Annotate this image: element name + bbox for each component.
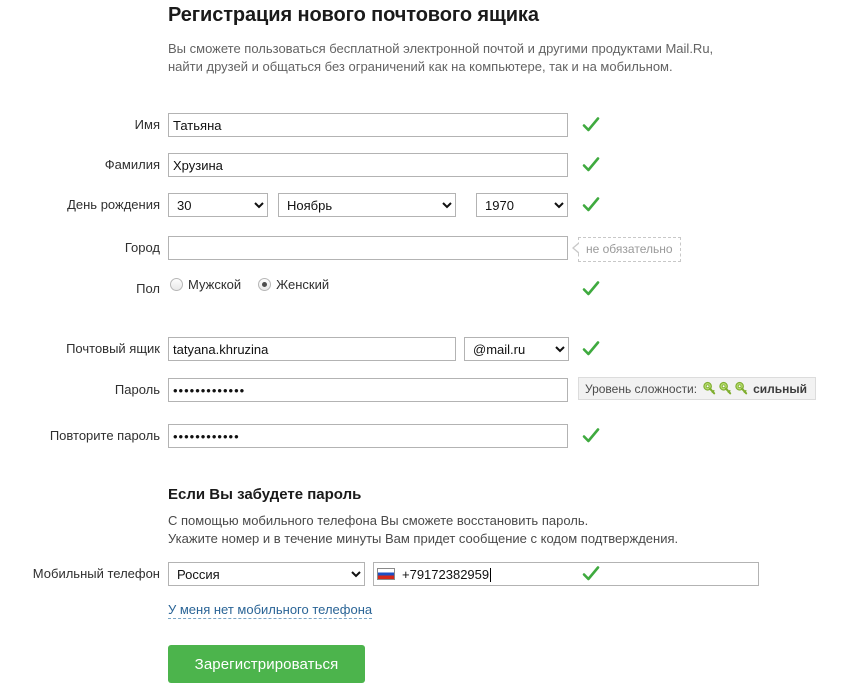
birthday-day-select[interactable]: 30 (168, 193, 268, 217)
password-repeat-valid-icon (581, 426, 601, 446)
password-label: Пароль (114, 382, 160, 397)
password-repeat-label: Повторите пароль (49, 428, 160, 443)
password-repeat-input[interactable] (168, 424, 568, 448)
forgot-password-text: С помощью мобильного телефона Вы сможете… (168, 512, 858, 548)
forgot-line-1: С помощью мобильного телефона Вы сможете… (168, 513, 589, 528)
gender-male-label[interactable]: Мужской (188, 277, 241, 292)
tooltip-arrow (572, 242, 580, 254)
row-last-name: Фамилия (0, 153, 863, 179)
birthday-label: День рождения (67, 197, 160, 212)
city-optional-text: не обязательно (586, 242, 673, 256)
russia-flag-icon (377, 568, 395, 580)
text-caret (490, 567, 492, 582)
city-label: Город (124, 240, 160, 255)
gender-male-radio[interactable] (170, 278, 183, 291)
last-name-valid-icon (581, 155, 601, 175)
birthday-valid-icon (581, 195, 601, 215)
row-mailbox: Почтовый ящик @mail.ru (0, 337, 863, 363)
intro-line-2: найти друзей и общаться без ограничений … (168, 59, 673, 74)
gender-label: Пол (136, 281, 160, 296)
gender-female-radio[interactable] (258, 278, 272, 291)
mailbox-valid-icon (581, 339, 601, 359)
register-submit-button[interactable]: Зарегистрироваться (168, 645, 365, 683)
registration-page: Регистрация нового почтового ящика Вы см… (0, 0, 863, 686)
row-city: Город не обязательно (0, 236, 863, 262)
row-first-name: Имя (0, 113, 863, 139)
key-icon (719, 381, 732, 395)
forgot-line-2: Укажите номер и в течение минуты Вам при… (168, 531, 679, 546)
row-password-repeat: Повторите пароль (0, 424, 863, 450)
first-name-valid-icon (581, 115, 601, 135)
forgot-password-heading: Если Вы забудете пароль (168, 486, 362, 503)
intro-paragraph: Вы сможете пользоваться бесплатной элект… (168, 40, 858, 76)
gender-radio-group: Мужской Женский (170, 277, 341, 292)
phone-number-value: +79172382959 (402, 566, 492, 582)
phone-label: Мобильный телефон (32, 566, 160, 581)
mailbox-domain-select[interactable]: @mail.ru (464, 337, 569, 361)
intro-line-1: Вы сможете пользоваться бесплатной элект… (168, 41, 714, 56)
row-gender: Пол (0, 277, 863, 303)
password-strength-value: сильный (753, 381, 808, 396)
phone-valid-icon (581, 564, 601, 584)
birthday-month-select[interactable]: Ноябрь (278, 193, 456, 217)
row-birthday: День рождения 30 Ноябрь 1970 (0, 193, 863, 219)
mailbox-input[interactable] (168, 337, 456, 361)
password-strength-label: Уровень сложности: (585, 381, 698, 396)
city-input[interactable] (168, 236, 568, 260)
mailbox-label: Почтовый ящик (66, 341, 160, 356)
last-name-label: Фамилия (104, 157, 160, 172)
page-title: Регистрация нового почтового ящика (168, 4, 539, 26)
password-strength-keys (702, 381, 749, 396)
city-optional-tooltip: не обязательно (572, 237, 681, 262)
key-icon (703, 381, 716, 395)
last-name-input[interactable] (168, 153, 568, 177)
phone-country-select[interactable]: Россия (168, 562, 365, 586)
phone-number-field[interactable]: +79172382959 (373, 562, 759, 586)
gender-valid-icon (581, 279, 601, 299)
no-mobile-phone-link[interactable]: У меня нет мобильного телефона (168, 602, 373, 619)
gender-female-label[interactable]: Женский (276, 277, 329, 292)
key-icon (735, 381, 748, 395)
password-strength-indicator: Уровень сложности: сильный (578, 377, 817, 400)
first-name-label: Имя (134, 117, 160, 132)
first-name-input[interactable] (168, 113, 568, 137)
birthday-year-select[interactable]: 1970 (476, 193, 568, 217)
password-input[interactable] (168, 378, 568, 402)
